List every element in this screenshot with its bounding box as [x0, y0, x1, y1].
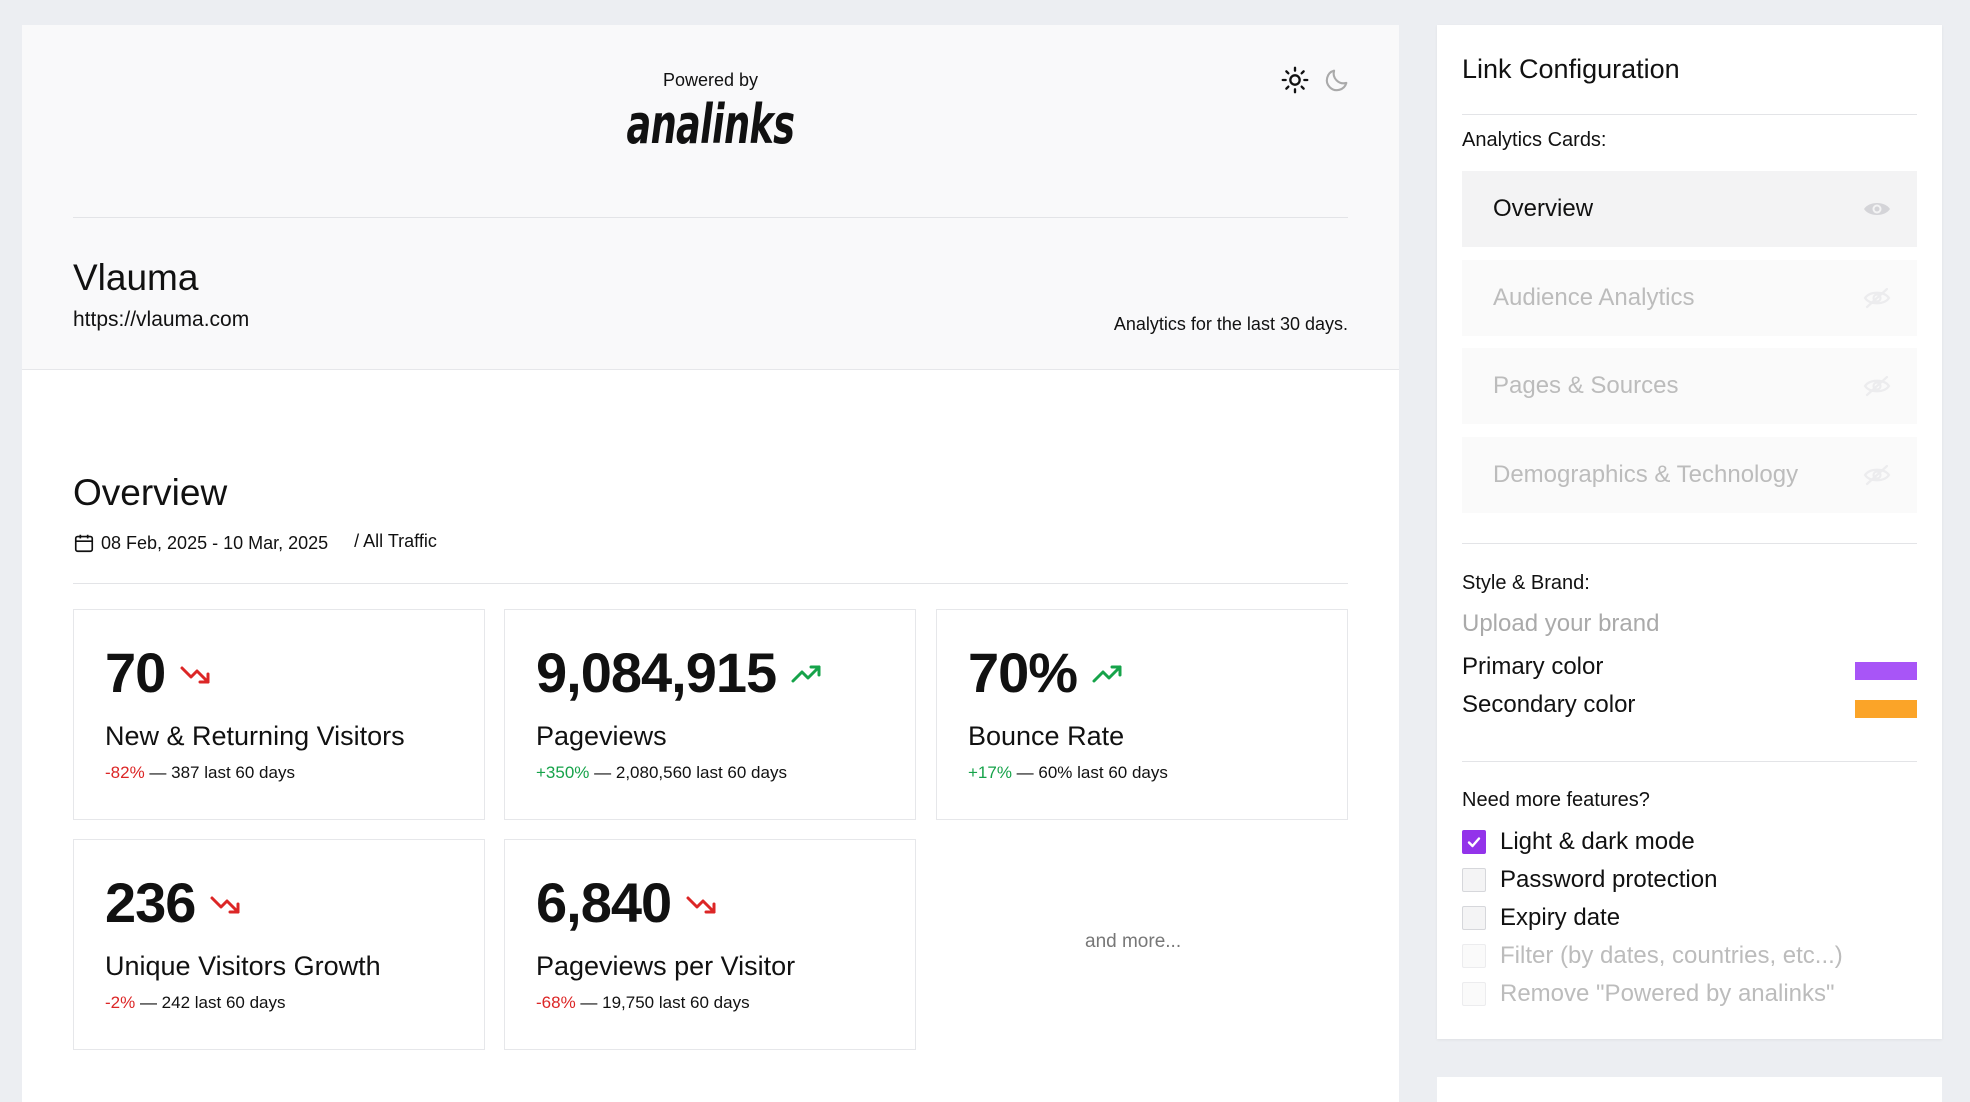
- metric-card-bounce-rate: 70% Bounce Rate +17% — 60% last 60 days: [936, 609, 1348, 820]
- metric-label: Unique Visitors Growth: [105, 951, 381, 981]
- metric-previous: — 2,080,560 last 60 days: [589, 763, 787, 782]
- metric-value: 236: [105, 871, 196, 934]
- traffic-filter[interactable]: / All Traffic: [354, 531, 437, 552]
- config-divider: [1462, 543, 1917, 544]
- check-icon: [1467, 837, 1481, 848]
- metric-previous: — 60% last 60 days: [1011, 763, 1168, 782]
- metric-comparison: -2% — 242 last 60 days: [105, 993, 286, 1013]
- metric-comparison: +17% — 60% last 60 days: [968, 763, 1168, 783]
- metric-change: -2%: [105, 993, 136, 1012]
- moon-icon[interactable]: [1322, 65, 1352, 95]
- metric-value: 70: [105, 641, 166, 704]
- trend-down-icon: [686, 896, 716, 914]
- metric-card-pageviews: 9,084,915 Pageviews +350% — 2,080,560 la…: [504, 609, 916, 820]
- checkbox-disabled: [1462, 982, 1486, 1006]
- primary-color-label: Primary color: [1462, 653, 1604, 680]
- trend-up-icon: [1092, 665, 1122, 683]
- feature-label: Expiry date: [1500, 904, 1621, 931]
- and-more-label: and more...: [1085, 931, 1182, 952]
- date-range[interactable]: 08 Feb, 2025 - 10 Mar, 2025: [101, 533, 328, 554]
- header-divider: [73, 217, 1348, 218]
- feature-label: Remove "Powered by analinks": [1500, 980, 1835, 1007]
- metric-value: 70%: [968, 641, 1078, 704]
- eye-off-icon[interactable]: [1862, 464, 1892, 486]
- card-toggle-audience-analytics[interactable]: Audience Analytics: [1462, 260, 1917, 336]
- feature-filter: Filter (by dates, countries, etc...): [1462, 942, 1843, 970]
- metric-change: -68%: [536, 993, 576, 1012]
- metric-label: Bounce Rate: [968, 721, 1125, 751]
- feature-label: Light & dark mode: [1500, 828, 1695, 855]
- feature-label: Filter (by dates, countries, etc...): [1500, 942, 1843, 969]
- config-divider: [1462, 761, 1917, 762]
- metric-change: +350%: [536, 763, 590, 782]
- powered-by-label: Powered by: [662, 70, 759, 90]
- overview-divider: [73, 583, 1348, 584]
- trend-down-icon: [210, 896, 240, 914]
- analinks-logo[interactable]: analinks: [22, 98, 1399, 152]
- analytics-cards-label: Analytics Cards:: [1462, 129, 1607, 151]
- secondary-config-panel: [1437, 1077, 1942, 1102]
- features-label: Need more features?: [1462, 789, 1650, 811]
- calendar-icon[interactable]: [73, 532, 95, 554]
- feature-password-protection[interactable]: Password protection: [1462, 866, 1717, 894]
- feature-expiry-date[interactable]: Expiry date: [1462, 904, 1620, 932]
- metric-card-visitors: 70 New & Returning Visitors -82% — 387 l…: [73, 609, 485, 820]
- style-brand-label: Style & Brand:: [1462, 572, 1590, 594]
- card-toggle-label: Demographics & Technology: [1493, 461, 1799, 488]
- metric-change: +17%: [968, 763, 1012, 782]
- sun-icon[interactable]: [1280, 65, 1310, 95]
- feature-label: Password protection: [1500, 866, 1718, 893]
- metric-previous: — 387 last 60 days: [144, 763, 295, 782]
- primary-color-swatch[interactable]: [1855, 662, 1917, 680]
- card-toggle-overview[interactable]: Overview: [1462, 171, 1917, 247]
- preview-header: Powered by analinks Vlauma https://vlaum…: [22, 25, 1399, 370]
- link-configuration-panel: Link Configuration Analytics Cards: Over…: [1437, 25, 1942, 1039]
- feature-light-dark-mode[interactable]: Light & dark mode: [1462, 828, 1695, 856]
- metric-comparison: +350% — 2,080,560 last 60 days: [536, 763, 787, 783]
- analinks-logo-text: analinks: [626, 93, 796, 156]
- metric-label: Pageviews per Visitor: [536, 951, 796, 981]
- theme-toggle-group: [1280, 65, 1352, 95]
- site-name: Vlauma: [73, 257, 199, 298]
- secondary-color-label: Secondary color: [1462, 691, 1636, 718]
- analytics-preview-panel: Powered by analinks Vlauma https://vlaum…: [22, 25, 1399, 1102]
- card-toggle-label: Overview: [1493, 195, 1594, 222]
- metric-value: 9,084,915: [536, 641, 777, 704]
- feature-remove-powered-by: Remove "Powered by analinks": [1462, 980, 1835, 1008]
- card-toggle-label: Audience Analytics: [1493, 284, 1695, 311]
- card-toggle-pages-sources[interactable]: Pages & Sources: [1462, 348, 1917, 424]
- card-toggle-demographics-technology[interactable]: Demographics & Technology: [1462, 437, 1917, 513]
- checkbox-checked[interactable]: [1462, 830, 1486, 854]
- metric-comparison: -82% — 387 last 60 days: [105, 763, 295, 783]
- checkbox[interactable]: [1462, 906, 1486, 930]
- metric-label: New & Returning Visitors: [105, 721, 405, 751]
- metric-card-pageviews-per-visitor: 6,840 Pageviews per Visitor -68% — 19,75…: [504, 839, 916, 1050]
- card-toggle-label: Pages & Sources: [1493, 372, 1679, 399]
- eye-off-icon[interactable]: [1862, 287, 1892, 309]
- secondary-color-swatch[interactable]: [1855, 700, 1917, 718]
- metric-value: 6,840: [536, 871, 672, 934]
- config-title: Link Configuration: [1462, 54, 1680, 84]
- eye-off-icon[interactable]: [1862, 375, 1892, 397]
- analytics-range-note: Analytics for the last 30 days.: [1113, 314, 1348, 334]
- site-url: https://vlauma.com: [73, 308, 250, 331]
- metric-previous: — 19,750 last 60 days: [575, 993, 750, 1012]
- checkbox[interactable]: [1462, 868, 1486, 892]
- metric-change: -82%: [105, 763, 145, 782]
- config-divider: [1462, 114, 1917, 115]
- checkbox-disabled: [1462, 944, 1486, 968]
- trend-down-icon: [180, 666, 210, 684]
- metric-previous: — 242 last 60 days: [135, 993, 286, 1012]
- metric-label: Pageviews: [536, 721, 667, 751]
- overview-title: Overview: [73, 472, 228, 513]
- metric-comparison: -68% — 19,750 last 60 days: [536, 993, 750, 1013]
- eye-icon[interactable]: [1862, 198, 1892, 220]
- metric-card-unique-visitors: 236 Unique Visitors Growth -2% — 242 las…: [73, 839, 485, 1050]
- overview-date-row: 08 Feb, 2025 - 10 Mar, 2025 / All Traffi…: [73, 531, 437, 554]
- upload-brand-link[interactable]: Upload your brand: [1462, 610, 1659, 638]
- trend-up-icon: [791, 665, 821, 683]
